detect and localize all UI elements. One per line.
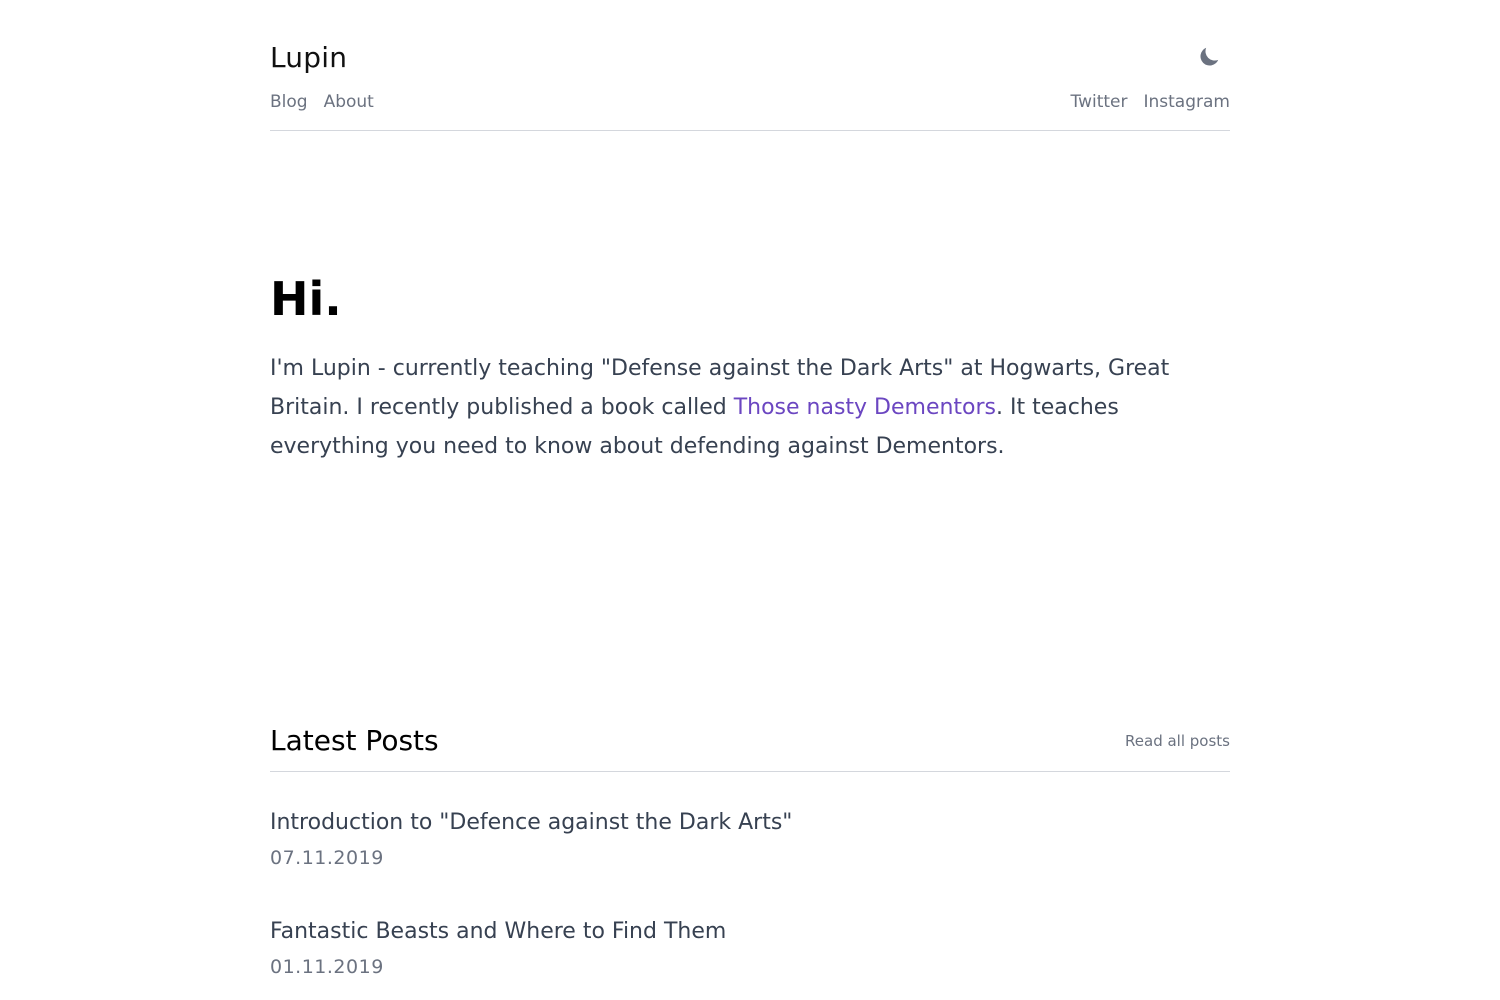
read-all-posts-link[interactable]: Read all posts xyxy=(1125,732,1230,750)
post-item: Fantastic Beasts and Where to Find Them … xyxy=(270,917,1230,978)
book-link[interactable]: Those nasty Dementors xyxy=(734,395,996,420)
nav-link-twitter[interactable]: Twitter xyxy=(1071,92,1128,112)
page-container: Lupin Blog About Twitter Instagram Hi. I… xyxy=(270,0,1230,978)
nav-link-blog[interactable]: Blog xyxy=(270,92,308,112)
latest-posts-section: Latest Posts Read all posts Introduction… xyxy=(270,724,1230,978)
posts-heading: Latest Posts xyxy=(270,724,439,757)
post-title-link[interactable]: Fantastic Beasts and Where to Find Them xyxy=(270,917,1230,947)
theme-toggle-button[interactable] xyxy=(1194,42,1224,72)
moon-icon xyxy=(1200,47,1219,66)
post-item: Introduction to "Defence against the Dar… xyxy=(270,808,1230,869)
posts-header: Latest Posts Read all posts xyxy=(270,724,1230,772)
nav-link-instagram[interactable]: Instagram xyxy=(1144,92,1231,112)
header-top-row: Lupin xyxy=(270,38,1230,76)
site-header: Lupin Blog About Twitter Instagram xyxy=(270,0,1230,131)
hero-section: Hi. I'm Lupin - currently teaching "Defe… xyxy=(270,271,1230,466)
post-title-link[interactable]: Introduction to "Defence against the Dar… xyxy=(270,808,1230,838)
nav-left-group: Blog About xyxy=(270,92,390,112)
post-date: 01.11.2019 xyxy=(270,956,384,978)
site-title-link[interactable]: Lupin xyxy=(270,41,347,74)
hero-intro-text: I'm Lupin - currently teaching "Defense … xyxy=(270,349,1230,466)
hero-heading: Hi. xyxy=(270,272,342,326)
post-date: 07.11.2019 xyxy=(270,847,384,869)
nav-right-group: Twitter Instagram xyxy=(1055,92,1230,112)
main-nav: Blog About Twitter Instagram xyxy=(270,92,1230,131)
nav-link-about[interactable]: About xyxy=(324,92,374,112)
